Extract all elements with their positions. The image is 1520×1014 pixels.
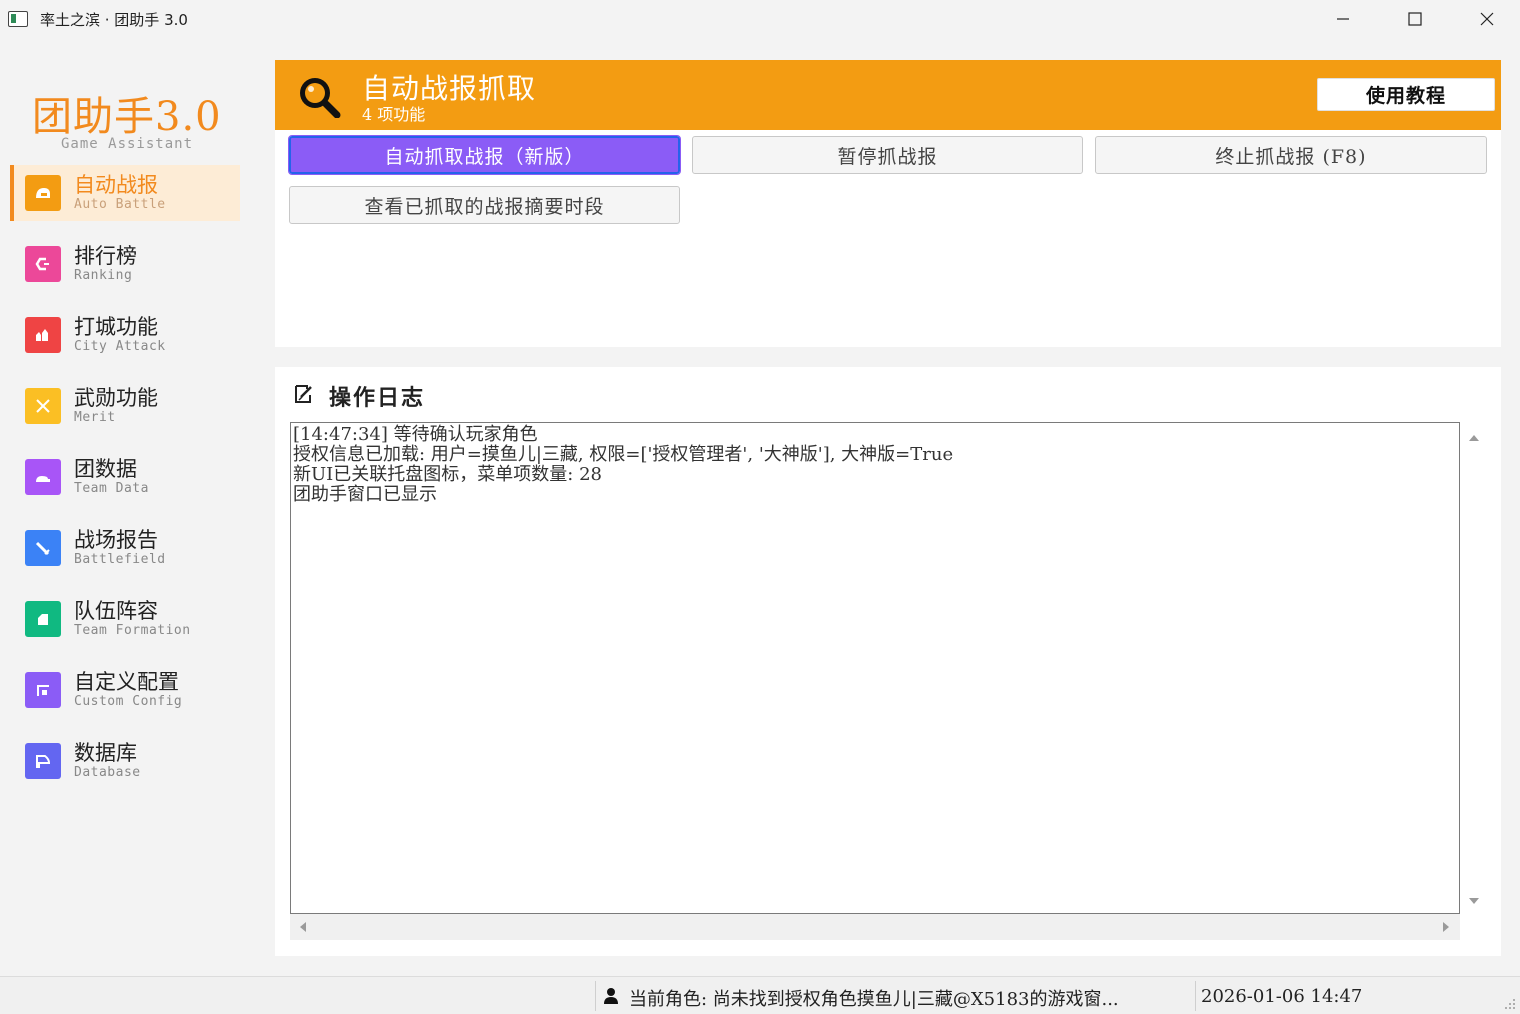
sidebar-item-custom-config[interactable]: 自定义配置 Custom Config [10, 662, 240, 718]
sidebar-item-team-data[interactable]: 团数据 Team Data [10, 449, 240, 505]
status-bar: 当前角色: 尚未找到授权角色摸鱼儿|三藏@X5183的游戏窗... 2026-0… [0, 976, 1520, 1014]
scroll-right-icon[interactable] [1441, 921, 1451, 933]
sidebar-item-label: 自定义配置 [74, 670, 179, 694]
sword-icon [25, 530, 61, 566]
database-icon [25, 743, 61, 779]
log-line: [14:47:34] 等待确认玩家角色 [293, 424, 538, 445]
status-datetime: 2026-01-06 14:47 [1201, 986, 1363, 1007]
brand-title: 团助手3.0 [32, 94, 222, 140]
view-summary-button[interactable]: 查看已抓取的战报摘要时段 [289, 186, 680, 224]
stop-capture-button[interactable]: 终止抓战报 (F8) [1095, 136, 1487, 174]
tutorial-button[interactable]: 使用教程 [1317, 78, 1495, 111]
function-panel: 自动战报抓取 4 项功能 使用教程 自动抓取战报（新版） 暂停抓战报 终止抓战报… [275, 60, 1501, 347]
window-title: 率土之滨 · 团助手 3.0 [40, 10, 188, 29]
sidebar-item-ranking[interactable]: 排行榜 Ranking [10, 236, 240, 292]
sidebar-item-label: 自动战报 [74, 173, 158, 197]
sidebar-item-sub: Battlefield [74, 552, 166, 567]
minimize-icon [1337, 18, 1349, 20]
sidebar-item-sub: Database [74, 765, 141, 780]
sidebar-item-sub: Merit [74, 410, 116, 425]
log-line: 团助手窗口已显示 [293, 484, 437, 505]
scroll-up-icon[interactable] [1468, 432, 1480, 442]
status-role: 当前角色: 尚未找到授权角色摸鱼儿|三藏@X5183的游戏窗... [603, 985, 1119, 1011]
sidebar-item-sub: Custom Config [74, 694, 183, 709]
title-bar: 率土之滨 · 团助手 3.0 [0, 0, 1520, 38]
sidebar-item-label: 数据库 [74, 741, 137, 765]
sidebar-item-sub: Auto Battle [74, 197, 166, 212]
team-icon [25, 459, 61, 495]
horizontal-scrollbar[interactable] [290, 914, 1460, 940]
auto-capture-button[interactable]: 自动抓取战报（新版） [288, 135, 681, 175]
scroll-left-icon[interactable] [298, 921, 308, 933]
sidebar-item-label: 战场报告 [74, 528, 158, 552]
log-heading-text: 操作日志 [329, 385, 426, 411]
sidebar-item-city-attack[interactable]: 打城功能 City Attack [10, 307, 240, 363]
magnifier-icon [295, 74, 343, 122]
castle-icon [25, 317, 61, 353]
scroll-down-icon[interactable] [1468, 896, 1480, 906]
close-button[interactable] [1451, 0, 1520, 38]
close-icon [1480, 12, 1494, 26]
helmet-icon [25, 175, 61, 211]
header-bar: 自动战报抓取 4 项功能 使用教程 [275, 60, 1501, 130]
log-line: 新UI已关联托盘图标，菜单项数量: 28 [293, 464, 602, 485]
sidebar: 团助手3.0 Game Assistant 自动战报 Auto Battle 排… [0, 38, 262, 974]
pause-capture-button[interactable]: 暂停抓战报 [692, 136, 1083, 174]
user-icon [603, 987, 619, 1009]
formation-icon [25, 601, 61, 637]
edit-note-icon [293, 383, 315, 409]
log-heading: 操作日志 [293, 380, 425, 412]
sidebar-item-label: 队伍阵容 [74, 599, 158, 623]
sidebar-item-label: 打城功能 [74, 315, 158, 339]
config-icon [25, 672, 61, 708]
sidebar-item-sub: Ranking [74, 268, 133, 283]
status-separator [1195, 981, 1196, 1011]
current-role-text: 当前角色: 尚未找到授权角色摸鱼儿|三藏@X5183的游戏窗... [629, 989, 1119, 1010]
sidebar-item-team-formation[interactable]: 队伍阵容 Team Formation [10, 591, 240, 647]
sidebar-item-label: 团数据 [74, 457, 137, 481]
maximize-icon [1408, 12, 1422, 26]
sidebar-item-label: 排行榜 [74, 244, 137, 268]
log-panel: 操作日志 [14:47:34] 等待确认玩家角色 授权信息已加载: 用户=摸鱼儿… [275, 367, 1501, 956]
sidebar-item-database[interactable]: 数据库 Database [10, 733, 240, 789]
log-line: 授权信息已加载: 用户=摸鱼儿|三藏, 权限=['授权管理者', '大神版'],… [293, 444, 954, 465]
vertical-scrollbar[interactable] [1462, 422, 1485, 914]
resize-grip-icon[interactable] [1504, 998, 1516, 1010]
sidebar-item-auto-battle[interactable]: 自动战报 Auto Battle [10, 165, 240, 221]
brand-subtitle: Game Assistant [61, 136, 194, 152]
sidebar-item-sub: Team Formation [74, 623, 191, 638]
sidebar-item-sub: Team Data [74, 481, 149, 496]
crossed-swords-icon [25, 388, 61, 424]
ranking-icon [25, 246, 61, 282]
sidebar-item-merit[interactable]: 武勋功能 Merit [10, 378, 240, 434]
log-textarea[interactable]: [14:47:34] 等待确认玩家角色 授权信息已加载: 用户=摸鱼儿|三藏, … [290, 422, 1460, 914]
sidebar-item-label: 武勋功能 [74, 386, 158, 410]
app-icon [8, 11, 28, 27]
minimize-button[interactable] [1307, 0, 1379, 38]
page-subtitle: 4 项功能 [362, 105, 426, 124]
status-separator [595, 981, 596, 1011]
sidebar-item-sub: City Attack [74, 339, 166, 354]
maximize-button[interactable] [1379, 0, 1451, 38]
sidebar-item-battlefield[interactable]: 战场报告 Battlefield [10, 520, 240, 576]
